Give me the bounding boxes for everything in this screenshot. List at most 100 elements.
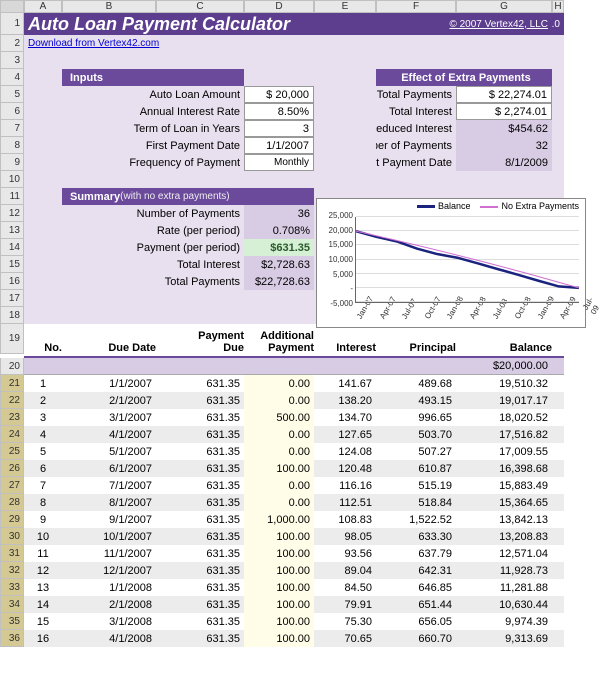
row-header[interactable]: 19: [0, 324, 24, 354]
row-header[interactable]: 22: [0, 392, 24, 409]
col-header[interactable]: D: [244, 0, 314, 13]
row-header[interactable]: 14: [0, 239, 24, 256]
row-header[interactable]: 30: [0, 528, 24, 545]
row-header[interactable]: 23: [0, 409, 24, 426]
row-header[interactable]: 28: [0, 494, 24, 511]
cell-balance: 19,017.17: [456, 392, 552, 409]
cell-no: 13: [24, 579, 62, 596]
row-header[interactable]: 9: [0, 154, 24, 171]
copyright[interactable]: © 2007 Vertex42, LLC: [314, 13, 552, 35]
cell-interest: 141.67: [314, 375, 376, 392]
cell-additional[interactable]: 0.00: [244, 443, 314, 460]
input-label: Frequency of Payment: [62, 154, 244, 171]
start-balance: $20,000.00: [456, 358, 552, 375]
download-link[interactable]: Download from Vertex42.com: [24, 35, 314, 52]
cell-principal: 633.30: [376, 528, 456, 545]
cell-balance: 13,842.13: [456, 511, 552, 528]
cell-additional[interactable]: 100.00: [244, 460, 314, 477]
row-header[interactable]: 16: [0, 273, 24, 290]
cell-due: 631.35: [156, 596, 244, 613]
cell-no: 7: [24, 477, 62, 494]
row-header[interactable]: 1: [0, 13, 24, 35]
row-header[interactable]: 11: [0, 188, 24, 205]
effect-label: Total Interest: [376, 103, 456, 120]
cell-balance: 11,928.73: [456, 562, 552, 579]
row-header[interactable]: 25: [0, 443, 24, 460]
row-header[interactable]: 7: [0, 120, 24, 137]
row-header[interactable]: 12: [0, 205, 24, 222]
cell-balance: 18,020.52: [456, 409, 552, 426]
cell-additional[interactable]: 0.00: [244, 426, 314, 443]
th-interest: Interest: [314, 324, 376, 358]
row-header[interactable]: 32: [0, 562, 24, 579]
cell-balance: 9,974.39: [456, 613, 552, 630]
cell-additional[interactable]: 0.00: [244, 477, 314, 494]
cell-balance: 13,208.83: [456, 528, 552, 545]
row-header[interactable]: 24: [0, 426, 24, 443]
summary-label: Total Interest: [62, 256, 244, 273]
row-header[interactable]: 18: [0, 307, 24, 324]
input-value[interactable]: $ 20,000: [244, 86, 314, 103]
cell-balance: 11,281.88: [456, 579, 552, 596]
cell-interest: 84.50: [314, 579, 376, 596]
cell-date: 3/1/2007: [62, 409, 156, 426]
input-value[interactable]: 8.50%: [244, 103, 314, 120]
cell-principal: 651.44: [376, 596, 456, 613]
cell-date: 6/1/2007: [62, 460, 156, 477]
row-header[interactable]: 34: [0, 596, 24, 613]
cell-additional[interactable]: 100.00: [244, 562, 314, 579]
row-header[interactable]: 35: [0, 613, 24, 630]
row-header[interactable]: 8: [0, 137, 24, 154]
cell-no: 10: [24, 528, 62, 545]
row-header[interactable]: 15: [0, 256, 24, 273]
cell-additional[interactable]: 100.00: [244, 579, 314, 596]
col-header[interactable]: [0, 0, 24, 13]
row-header[interactable]: 6: [0, 103, 24, 120]
col-header[interactable]: B: [62, 0, 156, 13]
cell-additional[interactable]: 100.00: [244, 528, 314, 545]
cell-additional[interactable]: 100.00: [244, 596, 314, 613]
row-header[interactable]: 29: [0, 511, 24, 528]
row-header[interactable]: 36: [0, 630, 24, 647]
row-header[interactable]: 26: [0, 460, 24, 477]
row-header[interactable]: 2: [0, 35, 24, 52]
col-header[interactable]: A: [24, 0, 62, 13]
col-header[interactable]: E: [314, 0, 376, 13]
cell-additional[interactable]: 0.00: [244, 494, 314, 511]
input-value[interactable]: Monthly: [244, 154, 314, 171]
cell-interest: 108.83: [314, 511, 376, 528]
col-header[interactable]: H: [552, 0, 564, 13]
input-value[interactable]: 1/1/2007: [244, 137, 314, 154]
row-header[interactable]: 31: [0, 545, 24, 562]
col-header[interactable]: G: [456, 0, 552, 13]
row-header[interactable]: 10: [0, 171, 24, 188]
cell-additional[interactable]: 1,000.00: [244, 511, 314, 528]
row-header[interactable]: 3: [0, 52, 24, 69]
cell-due: 631.35: [156, 409, 244, 426]
effect-label: Last Payment Date: [376, 154, 456, 171]
row-header[interactable]: 13: [0, 222, 24, 239]
row-header[interactable]: 27: [0, 477, 24, 494]
cell-additional[interactable]: 100.00: [244, 630, 314, 647]
version: v 1.0: [552, 13, 564, 35]
row-header[interactable]: 4: [0, 69, 24, 86]
row-header[interactable]: 33: [0, 579, 24, 596]
input-value[interactable]: 3: [244, 120, 314, 137]
cell-interest: 79.91: [314, 596, 376, 613]
cell-interest: 98.05: [314, 528, 376, 545]
input-label: Term of Loan in Years: [62, 120, 244, 137]
cell-interest: 75.30: [314, 613, 376, 630]
input-label: First Payment Date: [62, 137, 244, 154]
cell-additional[interactable]: 0.00: [244, 375, 314, 392]
cell-additional[interactable]: 100.00: [244, 545, 314, 562]
cell-additional[interactable]: 500.00: [244, 409, 314, 426]
row-header[interactable]: 20: [0, 358, 24, 375]
row-header[interactable]: 17: [0, 290, 24, 307]
col-header[interactable]: F: [376, 0, 456, 13]
row-header[interactable]: 21: [0, 375, 24, 392]
cell-additional[interactable]: 100.00: [244, 613, 314, 630]
row-header[interactable]: 5: [0, 86, 24, 103]
col-header[interactable]: C: [156, 0, 244, 13]
cell-additional[interactable]: 0.00: [244, 392, 314, 409]
cell-balance: 15,883.49: [456, 477, 552, 494]
